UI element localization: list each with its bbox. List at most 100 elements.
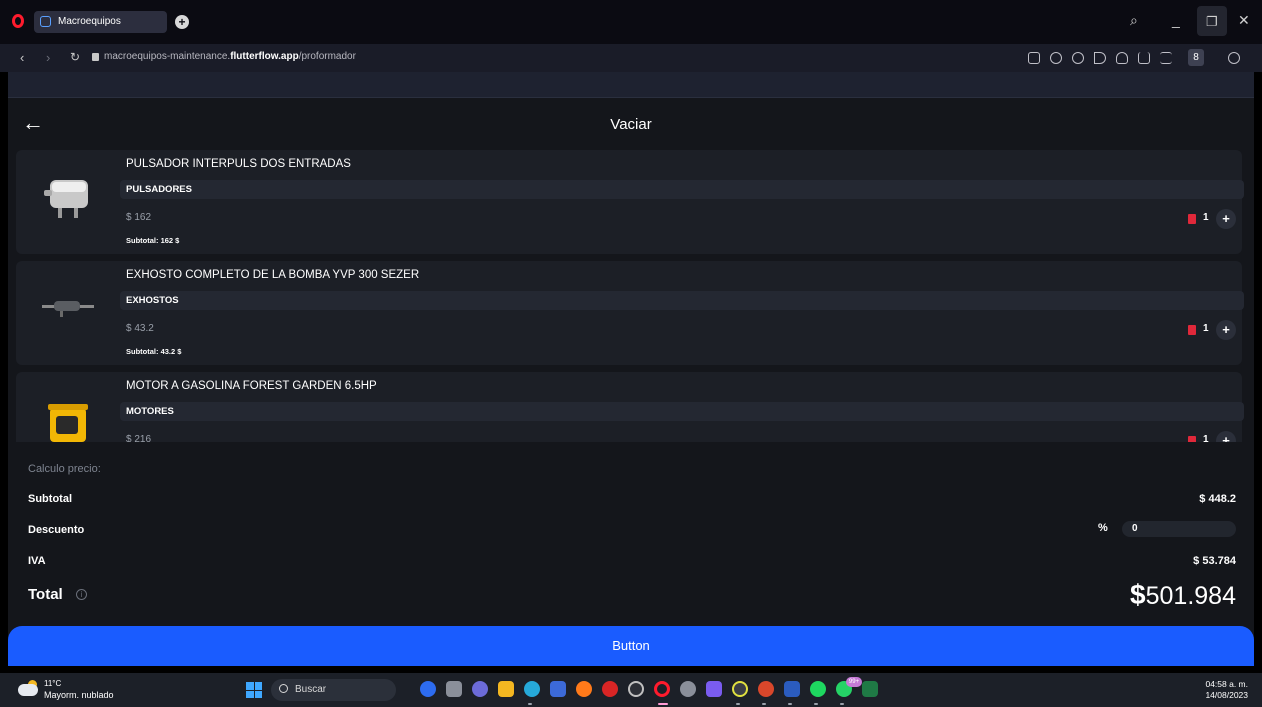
- app-window: ← Vaciar PULSADOR INTERPULS DOS ENTRADAS…: [8, 72, 1254, 666]
- search-tabs-icon[interactable]: ⌕: [1130, 12, 1138, 29]
- running-indicator: [528, 703, 532, 705]
- iva-value: $ 53.784: [1193, 555, 1236, 567]
- add-quantity-button[interactable]: +: [1216, 431, 1236, 442]
- play-icon[interactable]: [1094, 52, 1106, 64]
- subtotal-value: $ 448.2: [1199, 493, 1236, 505]
- add-quantity-button[interactable]: +: [1216, 209, 1236, 229]
- spotify-icon[interactable]: [810, 681, 826, 697]
- back-nav-icon[interactable]: ‹: [20, 50, 24, 65]
- shield-icon[interactable]: [1072, 52, 1084, 64]
- browser-tab[interactable]: Macroequipos: [34, 11, 167, 33]
- clock-date: 14/08/2023: [1205, 690, 1248, 700]
- add-quantity-button[interactable]: +: [1216, 320, 1236, 340]
- app-top-strip: [8, 72, 1254, 98]
- clear-cart-title[interactable]: Vaciar: [8, 116, 1254, 133]
- product-subtotal: Subtotal: 162 $: [126, 236, 180, 245]
- heart-icon[interactable]: [1116, 52, 1128, 64]
- profile-avatar[interactable]: 8: [1188, 49, 1204, 66]
- quantity-control: 1 +: [1188, 209, 1248, 232]
- iva-label: IVA: [28, 555, 46, 567]
- running-indicator: [762, 703, 766, 705]
- active-indicator: [658, 703, 668, 705]
- info-icon[interactable]: i: [76, 589, 87, 600]
- cart-item: EXHOSTO COMPLETO DE LA BOMBA YVP 300 SEZ…: [16, 261, 1244, 365]
- weather-temperature: 11°C: [44, 679, 62, 688]
- quantity-control: 1 +: [1188, 431, 1248, 442]
- product-price: $ 216: [126, 434, 152, 442]
- opera-icon[interactable]: [654, 681, 670, 697]
- extensions-icon[interactable]: [1228, 52, 1240, 64]
- reload-icon[interactable]: ↻: [70, 50, 80, 64]
- product-price: $ 162: [126, 212, 152, 223]
- lock-icon: [92, 53, 99, 61]
- excel-icon[interactable]: [862, 681, 878, 697]
- running-indicator: [736, 703, 740, 705]
- system-clock[interactable]: 04:58 a. m. 14/08/2023: [1205, 679, 1248, 701]
- trash-icon[interactable]: [1188, 325, 1196, 335]
- firefox-icon[interactable]: [576, 681, 592, 697]
- taskbar-search[interactable]: Buscar: [271, 679, 396, 701]
- word-icon[interactable]: [784, 681, 800, 697]
- powerpoint-icon[interactable]: [758, 681, 774, 697]
- address-bar: ‹ › ↻ macroequipos-maintenance.flutterfl…: [0, 44, 1262, 111]
- product-name: MOTOR A GASOLINA FOREST GARDEN 6.5HP: [126, 380, 377, 392]
- restore-icon: ❐: [1206, 14, 1218, 29]
- product-category: PULSADORES: [120, 180, 1244, 199]
- cloud-icon[interactable]: [18, 684, 38, 696]
- forward-nav-icon[interactable]: ›: [46, 50, 50, 65]
- notification-badge: 99+: [846, 677, 862, 687]
- store-icon[interactable]: [550, 681, 566, 697]
- quantity-value: 1: [1203, 323, 1209, 334]
- tab-title: Macroequipos: [58, 16, 121, 27]
- chrome-icon[interactable]: [732, 681, 748, 697]
- game-app-icon[interactable]: [602, 681, 618, 697]
- file-explorer-icon[interactable]: [498, 681, 514, 697]
- product-image: [42, 301, 94, 317]
- database-icon: [40, 16, 51, 27]
- restore-button[interactable]: ❐: [1197, 6, 1227, 36]
- windows-start-icon[interactable]: [246, 682, 262, 698]
- quantity-value: 1: [1203, 434, 1209, 442]
- discount-input[interactable]: 0: [1122, 521, 1236, 537]
- product-image: [48, 404, 88, 442]
- download-icon[interactable]: [1138, 52, 1150, 64]
- weather-description: Mayorm. nublado: [44, 690, 114, 700]
- new-tab-icon[interactable]: +: [175, 15, 189, 29]
- bing-icon[interactable]: [420, 681, 436, 697]
- minimize-icon[interactable]: _: [1172, 12, 1180, 28]
- task-view-icon[interactable]: [446, 681, 462, 697]
- product-image: [44, 180, 88, 218]
- opera-logo-icon[interactable]: [12, 14, 24, 28]
- app-icon[interactable]: [706, 681, 722, 697]
- clock-time: 04:58 a. m.: [1205, 679, 1248, 689]
- product-subtotal: Subtotal: 43.2 $: [126, 347, 182, 356]
- windows-taskbar: 11°C Mayorm. nublado Buscar 99+ 04:58 a.…: [0, 673, 1262, 707]
- product-category: MOTORES: [120, 402, 1244, 421]
- cart-list[interactable]: PULSADOR INTERPULS DOS ENTRADAS PULSADOR…: [8, 150, 1254, 442]
- product-name: EXHOSTO COMPLETO DE LA BOMBA YVP 300 SEZ…: [126, 269, 420, 281]
- calc-heading: Calculo precio:: [28, 463, 101, 475]
- submit-button[interactable]: Button: [8, 626, 1254, 666]
- discount-label: Descuento: [28, 524, 85, 536]
- menu-icon[interactable]: [1160, 52, 1172, 64]
- quantity-value: 1: [1203, 212, 1209, 223]
- camera-icon[interactable]: [1050, 52, 1062, 64]
- cart-item: PULSADOR INTERPULS DOS ENTRADAS PULSADOR…: [16, 150, 1244, 254]
- running-indicator: [840, 703, 844, 705]
- edge-icon[interactable]: [524, 681, 540, 697]
- edit-icon[interactable]: [1028, 52, 1040, 64]
- trash-icon[interactable]: [1188, 214, 1196, 224]
- chat-icon[interactable]: [472, 681, 488, 697]
- total-label: Total: [28, 586, 63, 603]
- url-field[interactable]: macroequipos-maintenance.flutterflow.app…: [104, 51, 356, 62]
- app-icon[interactable]: [680, 681, 696, 697]
- trash-icon[interactable]: [1188, 436, 1196, 442]
- close-window-icon[interactable]: ✕: [1238, 12, 1250, 29]
- product-category: EXHOSTOS: [120, 291, 1244, 310]
- search-placeholder: Buscar: [295, 684, 327, 695]
- app-bar: ← Vaciar: [8, 100, 1254, 150]
- obs-icon[interactable]: [628, 681, 644, 697]
- search-icon: [279, 684, 288, 693]
- running-indicator: [788, 703, 792, 705]
- product-price: $ 43.2: [126, 323, 154, 334]
